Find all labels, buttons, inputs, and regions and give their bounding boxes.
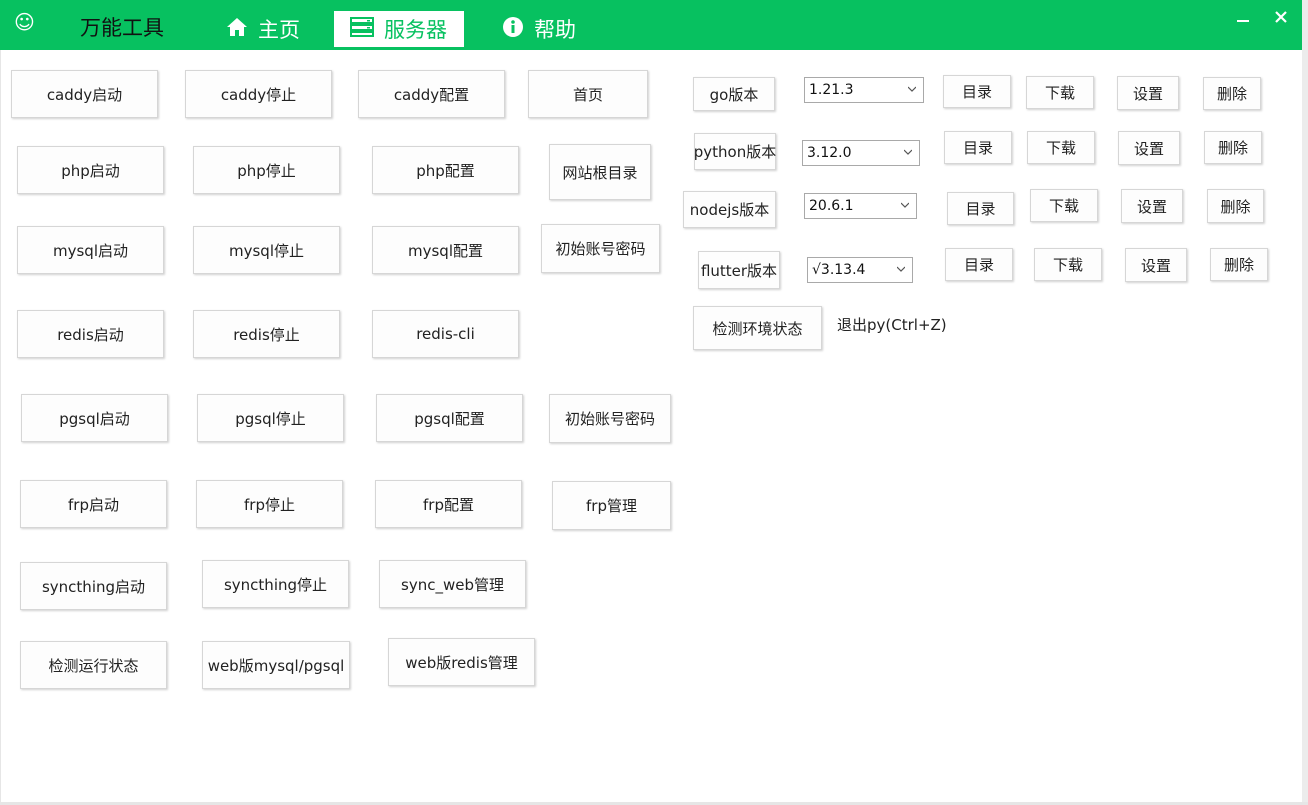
close-button[interactable] — [1270, 8, 1292, 30]
check-running-status-button[interactable]: 检测运行状态 — [20, 641, 167, 689]
minimize-button[interactable] — [1232, 8, 1254, 30]
tab-home-label: 主页 — [258, 18, 300, 42]
exit-py-hint: 退出py(Ctrl+Z) — [837, 316, 947, 334]
tab-home[interactable]: 主页 — [226, 11, 300, 47]
flutter-settings-button[interactable]: 设置 — [1125, 248, 1187, 282]
nodejs-version-select[interactable]: 20.6.1 — [804, 193, 917, 219]
frp-config-button[interactable]: frp配置 — [375, 480, 522, 528]
python-settings-button[interactable]: 设置 — [1118, 131, 1180, 165]
mysql-start-button[interactable]: mysql启动 — [17, 226, 164, 274]
go-version-select[interactable]: 1.21.3 — [804, 77, 924, 103]
caddy-stop-button[interactable]: caddy停止 — [185, 70, 332, 118]
python-directory-button[interactable]: 目录 — [944, 131, 1012, 164]
redis-start-button[interactable]: redis启动 — [17, 310, 164, 358]
go-download-button[interactable]: 下载 — [1026, 76, 1094, 109]
chevron-down-icon — [908, 86, 916, 92]
frp-manage-button[interactable]: frp管理 — [552, 481, 671, 530]
flutter-directory-button[interactable]: 目录 — [945, 248, 1013, 281]
tab-help[interactable]: 帮助 — [502, 11, 576, 47]
python-version-value: 3.12.0 — [807, 145, 852, 161]
info-icon — [502, 16, 534, 43]
php-start-button[interactable]: php启动 — [17, 146, 164, 194]
python-delete-button[interactable]: 删除 — [1204, 131, 1262, 164]
flutter-version-value: √3.13.4 — [812, 262, 866, 278]
window-right-edge — [1302, 0, 1308, 805]
tab-help-label: 帮助 — [534, 18, 576, 42]
php-config-button[interactable]: php配置 — [372, 146, 519, 194]
nodejs-version-button[interactable]: nodejs版本 — [683, 191, 776, 228]
nodejs-download-button[interactable]: 下载 — [1030, 189, 1098, 222]
go-settings-button[interactable]: 设置 — [1117, 76, 1179, 110]
chevron-down-icon — [904, 149, 912, 155]
chevron-down-icon — [897, 266, 905, 272]
tab-server-label: 服务器 — [384, 18, 447, 42]
mysql-stop-button[interactable]: mysql停止 — [193, 226, 340, 274]
go-directory-button[interactable]: 目录 — [943, 75, 1011, 108]
pgsql-config-button[interactable]: pgsql配置 — [376, 394, 523, 442]
nodejs-version-value: 20.6.1 — [809, 198, 854, 214]
tab-server[interactable]: 服务器 — [334, 11, 464, 47]
check-env-status-button[interactable]: 检测环境状态 — [693, 306, 822, 350]
mysql-config-button[interactable]: mysql配置 — [372, 226, 519, 274]
nodejs-directory-button[interactable]: 目录 — [947, 192, 1014, 225]
web-redis-manage-button[interactable]: web版redis管理 — [388, 638, 535, 686]
python-download-button[interactable]: 下载 — [1027, 131, 1095, 164]
chevron-down-icon — [901, 202, 909, 208]
server-icon — [350, 16, 384, 42]
home-icon — [226, 17, 258, 42]
syncthing-stop-button[interactable]: syncthing停止 — [202, 560, 349, 608]
python-version-button[interactable]: python版本 — [694, 133, 776, 170]
redis-cli-button[interactable]: redis-cli — [372, 310, 519, 358]
flutter-delete-button[interactable]: 删除 — [1210, 248, 1268, 281]
go-version-button[interactable]: go版本 — [693, 77, 775, 111]
redis-stop-button[interactable]: redis停止 — [193, 310, 340, 358]
caddy-start-button[interactable]: caddy启动 — [11, 70, 158, 118]
python-version-select[interactable]: 3.12.0 — [802, 140, 920, 166]
app-title: 万能工具 — [80, 16, 164, 40]
nodejs-settings-button[interactable]: 设置 — [1121, 189, 1183, 223]
php-stop-button[interactable]: php停止 — [193, 146, 340, 194]
frp-start-button[interactable]: frp启动 — [20, 480, 167, 528]
flutter-version-select[interactable]: √3.13.4 — [807, 257, 913, 283]
window-left-edge — [0, 50, 1, 802]
home-page-button[interactable]: 首页 — [528, 70, 648, 118]
go-version-value: 1.21.3 — [809, 82, 854, 98]
nodejs-delete-button[interactable]: 删除 — [1207, 189, 1264, 223]
title-bar — [0, 0, 1302, 50]
sync-web-manage-button[interactable]: sync_web管理 — [379, 560, 526, 608]
minimize-icon — [1237, 20, 1249, 22]
syncthing-start-button[interactable]: syncthing启动 — [20, 562, 167, 610]
close-icon — [1275, 11, 1287, 23]
flutter-version-button[interactable]: flutter版本 — [698, 251, 780, 289]
mysql-initial-account-button[interactable]: 初始账号密码 — [541, 224, 660, 273]
web-mysql-pgsql-button[interactable]: web版mysql/pgsql — [202, 641, 350, 689]
pgsql-stop-button[interactable]: pgsql停止 — [197, 394, 344, 442]
go-delete-button[interactable]: 删除 — [1203, 77, 1261, 110]
pgsql-start-button[interactable]: pgsql启动 — [21, 394, 168, 442]
caddy-config-button[interactable]: caddy配置 — [358, 70, 505, 118]
pgsql-initial-account-button[interactable]: 初始账号密码 — [549, 394, 671, 443]
smile-icon: ☺ — [14, 10, 35, 34]
web-root-button[interactable]: 网站根目录 — [549, 144, 651, 200]
frp-stop-button[interactable]: frp停止 — [196, 480, 343, 528]
flutter-download-button[interactable]: 下载 — [1034, 248, 1102, 281]
